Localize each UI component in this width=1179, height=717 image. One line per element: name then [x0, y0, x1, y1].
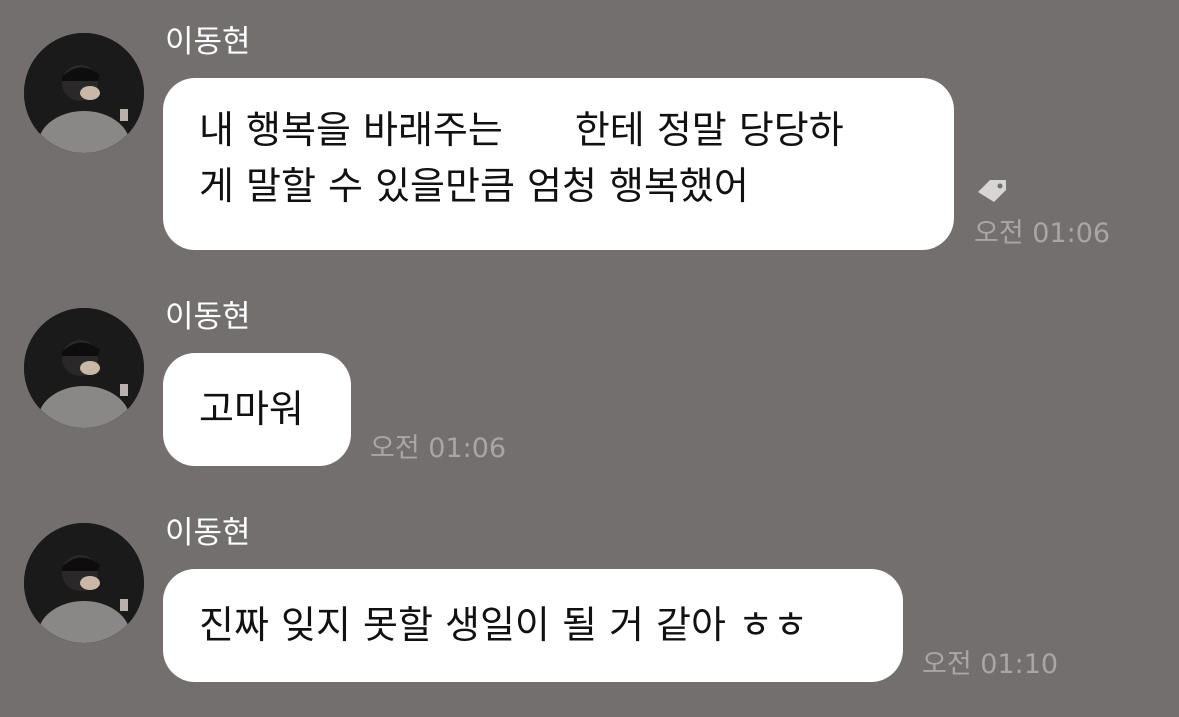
- message-text-line: 내 행복을 바래주는 한테 정말 당당하: [199, 102, 918, 158]
- avatar[interactable]: [24, 308, 144, 428]
- sender-name: 이동현: [165, 515, 251, 551]
- message-bubble[interactable]: 내 행복을 바래주는 한테 정말 당당하 게 말할 수 있을만큼 엄청 행복했어: [163, 78, 954, 250]
- message-text: 고마워: [199, 387, 304, 431]
- message-time: 오전 01:06: [370, 433, 507, 464]
- message-text: 게 말할 수 있을만큼 엄청 행복했어: [199, 164, 749, 208]
- avatar[interactable]: [24, 523, 144, 643]
- message-bubble[interactable]: 진짜 잊지 못할 생일이 될 거 같아 ㅎㅎ: [163, 569, 903, 682]
- avatar[interactable]: [24, 33, 144, 153]
- tag-icon[interactable]: [974, 176, 1010, 206]
- message-time: 오전 01:10: [922, 649, 1059, 680]
- message-text: 진짜 잊지 못할 생일이 될 거 같아 ㅎㅎ: [199, 603, 808, 647]
- sender-name: 이동현: [165, 299, 251, 335]
- profile-photo: [24, 308, 144, 428]
- sender-name: 이동현: [165, 24, 251, 60]
- profile-photo: [24, 33, 144, 153]
- message-time: 오전 01:06: [974, 218, 1111, 249]
- profile-photo: [24, 523, 144, 643]
- message-text: 내 행복을 바래주는: [199, 108, 503, 152]
- message-bubble[interactable]: 고마워: [163, 353, 351, 466]
- message-text: 한테 정말 당당하: [574, 108, 844, 152]
